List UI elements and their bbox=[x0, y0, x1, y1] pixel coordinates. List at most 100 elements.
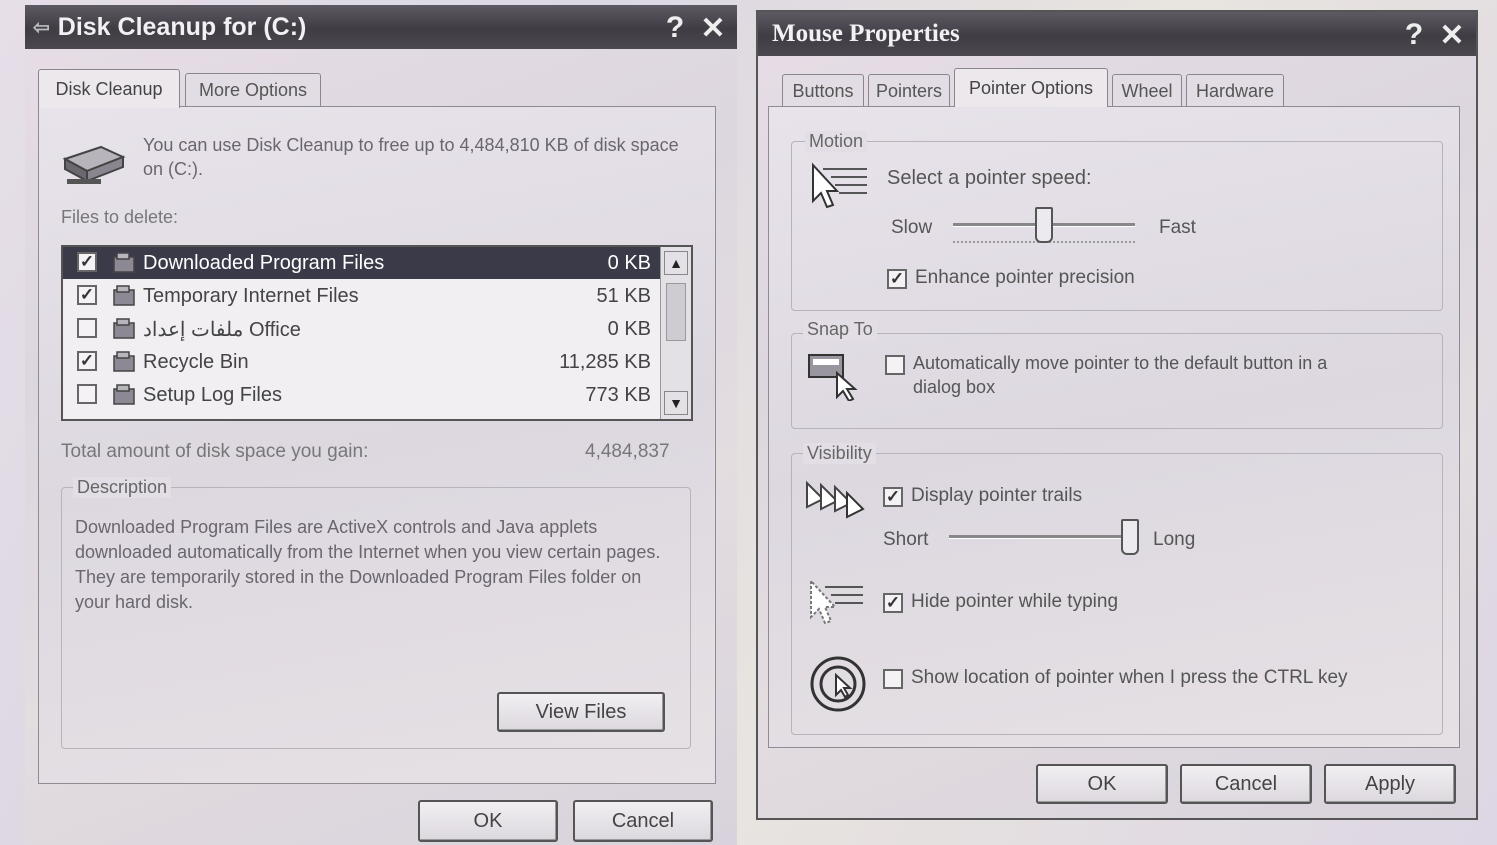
list-item[interactable]: ✓ Temporary Internet Files 51 KB bbox=[63, 280, 691, 312]
mouse-cancel-button[interactable]: Cancel bbox=[1180, 764, 1312, 804]
snap-to-label: Snap To bbox=[803, 319, 877, 340]
snap-to-checkbox[interactable] bbox=[885, 355, 905, 375]
disk-cleanup-title: Disk Cleanup for (C:) bbox=[57, 12, 307, 41]
tab-disk-cleanup[interactable]: Disk Cleanup bbox=[38, 69, 180, 108]
total-gain-label: Total amount of disk space you gain: bbox=[61, 441, 369, 462]
enhance-precision-checkbox[interactable]: ✓ bbox=[887, 269, 907, 289]
cleanup-cancel-button[interactable]: Cancel bbox=[573, 800, 713, 842]
disk-cleanup-titlebar[interactable]: ⇦ Disk Cleanup for (C:) ? ✕ bbox=[25, 5, 737, 49]
cleanup-app-icon: ⇦ bbox=[33, 16, 50, 39]
pointer-speed-prompt: Select a pointer speed: bbox=[887, 167, 1092, 189]
close-icon: ✕ bbox=[700, 11, 726, 45]
slow-label: Slow bbox=[891, 217, 933, 238]
trail-track bbox=[949, 535, 1139, 539]
scroll-thumb[interactable] bbox=[666, 283, 686, 341]
mouse-apply-button[interactable]: Apply bbox=[1324, 764, 1456, 804]
snap-to-text-line2: dialog box bbox=[913, 377, 996, 397]
help-icon: ? bbox=[665, 11, 685, 44]
description-label: Description bbox=[73, 477, 172, 498]
fast-label: Fast bbox=[1159, 217, 1196, 238]
tab-hardware-label: Hardware bbox=[1195, 80, 1275, 101]
snap-to-group bbox=[791, 333, 1443, 429]
mouse-ok-button[interactable]: OK bbox=[1036, 764, 1168, 804]
tab-disk-cleanup-label: Disk Cleanup bbox=[55, 78, 163, 99]
visibility-label: Visibility bbox=[803, 443, 876, 464]
help-icon: ? bbox=[1404, 18, 1424, 51]
cleanup-cancel-label: Cancel bbox=[611, 809, 675, 832]
tab-pointer-options[interactable]: Pointer Options bbox=[954, 68, 1108, 107]
long-label: Long bbox=[1153, 529, 1196, 550]
file-category-icon bbox=[111, 284, 137, 308]
pointer-trails-icon bbox=[806, 480, 865, 519]
tab-buttons[interactable]: Buttons bbox=[782, 74, 864, 107]
snap-to-icon bbox=[808, 354, 858, 401]
files-list[interactable]: ✓ Downloaded Program Files 0 KB ✓ Temporary … bbox=[61, 245, 693, 421]
file-size: 0 KB bbox=[607, 317, 651, 340]
help-button[interactable]: ? bbox=[659, 11, 691, 44]
disk-cleanup-panel: You can use Disk Cleanup to free up to 4… bbox=[38, 106, 716, 784]
file-checkbox[interactable]: ✓ bbox=[77, 351, 97, 371]
file-checkbox[interactable]: ✓ bbox=[77, 285, 97, 305]
mouse-cancel-label: Cancel bbox=[1214, 772, 1278, 795]
pointer-trails-checkbox[interactable]: ✓ bbox=[883, 487, 903, 507]
hard-drive-icon bbox=[62, 145, 126, 184]
scroll-down-icon[interactable]: ▼ bbox=[664, 391, 688, 415]
files-to-delete-label: Files to delete: bbox=[61, 207, 179, 227]
mouse-properties-window: Mouse Properties ? ✕ Buttons Pointers Po… bbox=[756, 10, 1478, 820]
scroll-up-icon[interactable]: ▲ bbox=[664, 251, 688, 275]
file-checkbox[interactable] bbox=[77, 384, 97, 404]
tab-more-options[interactable]: More Options bbox=[185, 73, 321, 106]
list-item[interactable]: ✓ Recycle Bin 11,285 KB bbox=[63, 346, 691, 378]
tab-hardware[interactable]: Hardware bbox=[1186, 74, 1284, 107]
pointer-options-panel: Motion Select a pointer speed: Slow Fast… bbox=[768, 106, 1460, 748]
file-checkbox[interactable]: ✓ bbox=[77, 252, 97, 272]
file-category-icon bbox=[111, 350, 137, 374]
tab-wheel-label: Wheel bbox=[1121, 80, 1173, 101]
mouse-help-button[interactable]: ? bbox=[1398, 18, 1430, 51]
list-scrollbar[interactable]: ▲ ▼ bbox=[660, 247, 691, 419]
hide-pointer-checkbox[interactable]: ✓ bbox=[883, 593, 903, 613]
motion-label: Motion bbox=[805, 131, 868, 152]
file-name: ملفات إعداد Office bbox=[143, 318, 301, 341]
mouse-ok-label: OK bbox=[1087, 772, 1117, 795]
list-item[interactable]: Setup Log Files 773 KB bbox=[63, 379, 691, 411]
pointer-trails-label: Display pointer trails bbox=[911, 485, 1083, 506]
list-item[interactable]: ✓ Downloaded Program Files 0 KB bbox=[63, 247, 691, 279]
enhance-precision-label: Enhance pointer precision bbox=[915, 267, 1135, 288]
show-location-label: Show location of pointer when I press th… bbox=[911, 667, 1348, 688]
snap-to-text-line1: Automatically move pointer to the defaul… bbox=[913, 353, 1328, 373]
file-name: Downloaded Program Files bbox=[143, 251, 385, 274]
file-size: 11,285 KB bbox=[559, 350, 651, 373]
file-size: 51 KB bbox=[596, 284, 651, 307]
intro-text: You can use Disk Cleanup to free up to 4… bbox=[143, 135, 679, 179]
tab-pointers-label: Pointers bbox=[875, 80, 943, 101]
list-item[interactable]: ملفات إعداد Office 0 KB bbox=[63, 313, 691, 345]
tab-pointers[interactable]: Pointers bbox=[868, 74, 950, 107]
trail-length-slider[interactable] bbox=[949, 519, 1139, 559]
pointer-location-icon bbox=[810, 656, 866, 712]
file-category-icon bbox=[111, 251, 137, 275]
file-name: Recycle Bin bbox=[143, 350, 249, 373]
file-name: Setup Log Files bbox=[143, 383, 282, 406]
disk-cleanup-window: ⇦ Disk Cleanup for (C:) ? ✕ Disk Cleanup… bbox=[25, 5, 737, 845]
show-location-checkbox[interactable] bbox=[883, 669, 903, 689]
pointer-speed-slider[interactable] bbox=[953, 207, 1135, 251]
mouse-apply-label: Apply bbox=[1364, 772, 1416, 795]
file-size: 773 KB bbox=[585, 383, 651, 406]
speed-thumb[interactable] bbox=[1035, 207, 1053, 243]
file-category-icon bbox=[111, 383, 137, 407]
mouse-close-button[interactable]: ✕ bbox=[1436, 19, 1468, 52]
view-files-button[interactable]: View Files bbox=[497, 692, 665, 732]
close-button[interactable]: ✕ bbox=[697, 11, 729, 45]
tab-buttons-label: Buttons bbox=[792, 80, 854, 101]
file-size: 0 KB bbox=[607, 251, 651, 274]
file-category-icon bbox=[111, 317, 137, 341]
mouse-properties-title: Mouse Properties bbox=[772, 20, 960, 47]
trail-thumb[interactable] bbox=[1121, 519, 1139, 555]
cleanup-ok-button[interactable]: OK bbox=[418, 800, 558, 842]
total-gain-value: 4,484,837 bbox=[585, 441, 670, 462]
mouse-properties-titlebar[interactable]: Mouse Properties ? ✕ bbox=[758, 12, 1476, 56]
description-text: Downloaded Program Files are ActiveX con… bbox=[75, 517, 661, 612]
tab-wheel[interactable]: Wheel bbox=[1112, 74, 1182, 107]
file-checkbox[interactable] bbox=[77, 318, 97, 338]
